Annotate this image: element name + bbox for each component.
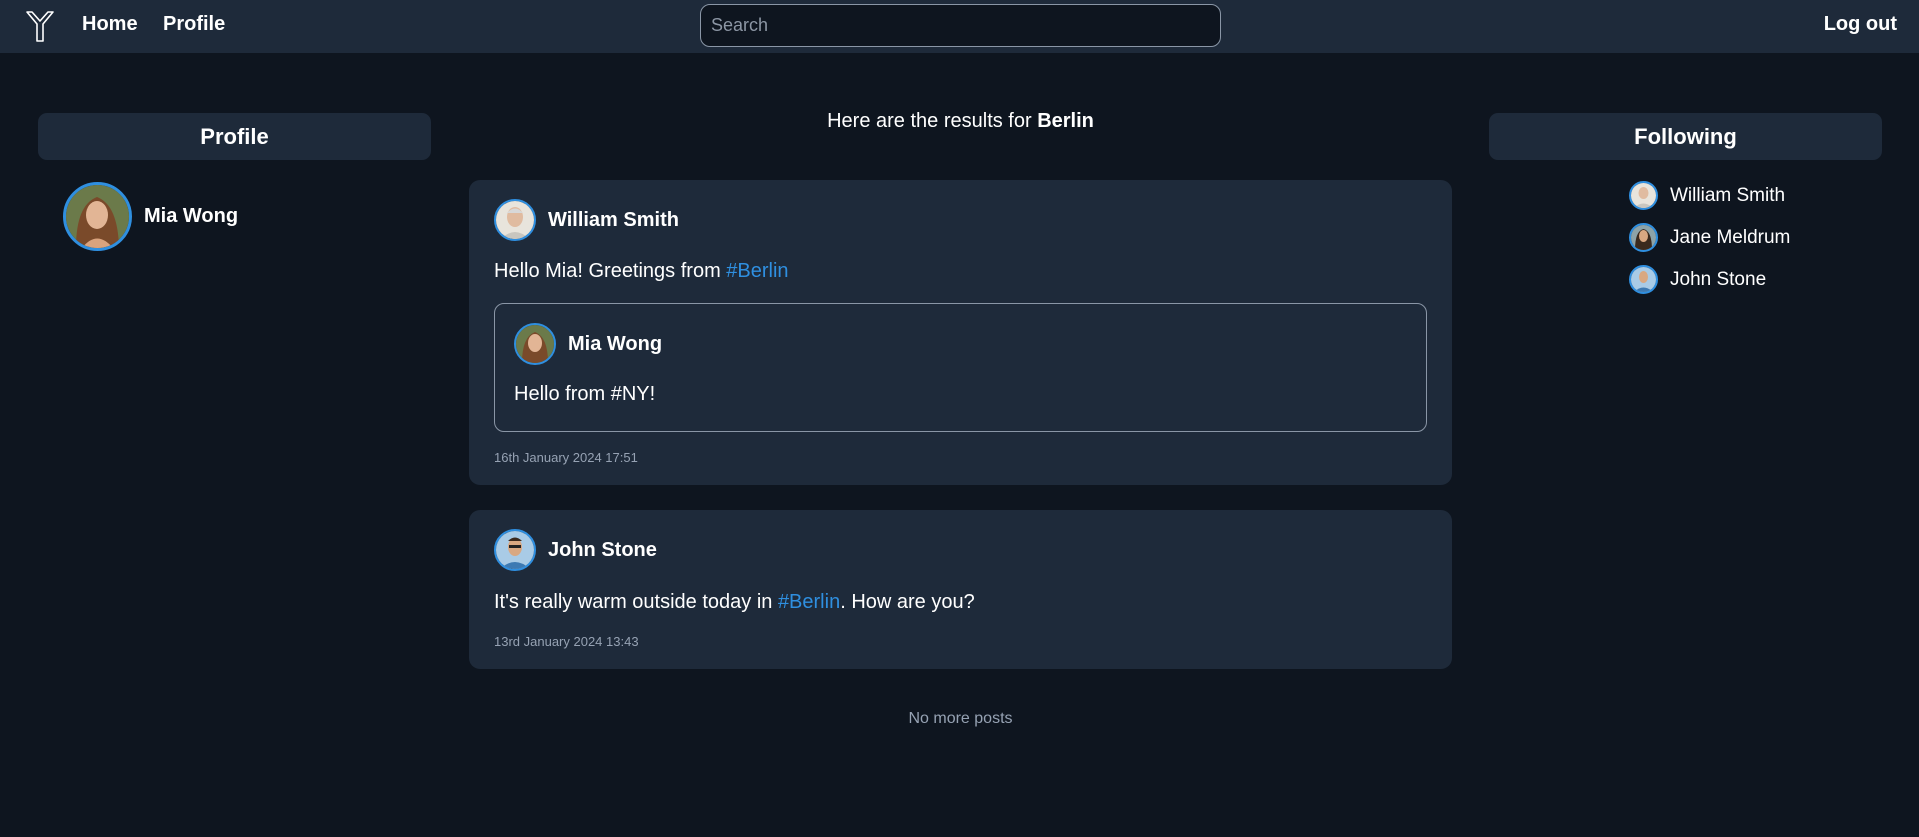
quoted-post-text: Hello from #NY! <box>514 383 656 405</box>
user-avatar-icon <box>1631 267 1656 292</box>
avatar[interactable] <box>494 529 536 571</box>
following-item[interactable]: William Smith <box>1629 181 1790 210</box>
profile-user-name[interactable]: Mia Wong <box>144 205 238 228</box>
nav-home-link[interactable]: Home <box>82 13 138 36</box>
search-results-title: Here are the results for Berlin <box>469 110 1452 133</box>
post-text: Hello Mia! Greetings from #Berlin <box>494 260 789 283</box>
post-author-row[interactable]: William Smith <box>494 199 679 241</box>
avatar[interactable] <box>1629 181 1658 210</box>
post-text-body: It's really warm outside today in <box>494 591 778 613</box>
post-text-tail: . How are you? <box>840 591 975 613</box>
following-name[interactable]: John Stone <box>1670 269 1766 291</box>
search-input[interactable] <box>700 4 1221 47</box>
profile-card[interactable]: Mia Wong <box>63 182 238 251</box>
following-item[interactable]: John Stone <box>1629 265 1790 294</box>
no-more-posts-text: No more posts <box>908 710 1013 727</box>
quoted-author-row[interactable]: Mia Wong <box>514 323 662 365</box>
app-logo-icon[interactable] <box>25 10 55 43</box>
avatar[interactable] <box>494 199 536 241</box>
user-avatar-icon <box>496 531 534 569</box>
post-text-body: Hello Mia! Greetings from <box>494 260 727 282</box>
post-timestamp: 16th January 2024 17:51 <box>494 450 638 465</box>
top-navbar: Home Profile Log out <box>0 0 1919 53</box>
hashtag-link[interactable]: #Berlin <box>726 260 788 282</box>
post-timestamp: 13rd January 2024 13:43 <box>494 634 639 649</box>
avatar[interactable] <box>514 323 556 365</box>
hashtag-link[interactable]: #Berlin <box>778 591 840 613</box>
results-query: Berlin <box>1037 110 1094 132</box>
post-text: It's really warm outside today in #Berli… <box>494 591 975 614</box>
post-author-row[interactable]: John Stone <box>494 529 657 571</box>
post-author-name[interactable]: William Smith <box>548 209 679 232</box>
user-avatar-icon <box>1631 183 1656 208</box>
user-avatar-icon <box>516 325 554 363</box>
quoted-author-name[interactable]: Mia Wong <box>568 333 662 356</box>
results-prefix: Here are the results for <box>827 110 1038 132</box>
post-card[interactable]: William Smith Hello Mia! Greetings from … <box>469 180 1452 485</box>
avatar[interactable] <box>63 182 132 251</box>
nav-profile-link[interactable]: Profile <box>163 13 225 36</box>
user-avatar-icon <box>66 185 129 248</box>
following-panel-header: Following <box>1489 113 1882 160</box>
following-name[interactable]: Jane Meldrum <box>1670 227 1790 249</box>
post-card[interactable]: John Stone It's really warm outside toda… <box>469 510 1452 669</box>
user-avatar-icon <box>496 201 534 239</box>
post-author-name[interactable]: John Stone <box>548 539 657 562</box>
following-item[interactable]: Jane Meldrum <box>1629 223 1790 252</box>
user-avatar-icon <box>1631 225 1656 250</box>
profile-panel-header: Profile <box>38 113 431 160</box>
quoted-post[interactable]: Mia Wong Hello from #NY! <box>494 303 1427 432</box>
avatar[interactable] <box>1629 223 1658 252</box>
avatar[interactable] <box>1629 265 1658 294</box>
following-name[interactable]: William Smith <box>1670 185 1785 207</box>
following-list: William Smith Jane Meldrum John Stone <box>1629 181 1790 307</box>
logout-link[interactable]: Log out <box>1824 13 1897 36</box>
